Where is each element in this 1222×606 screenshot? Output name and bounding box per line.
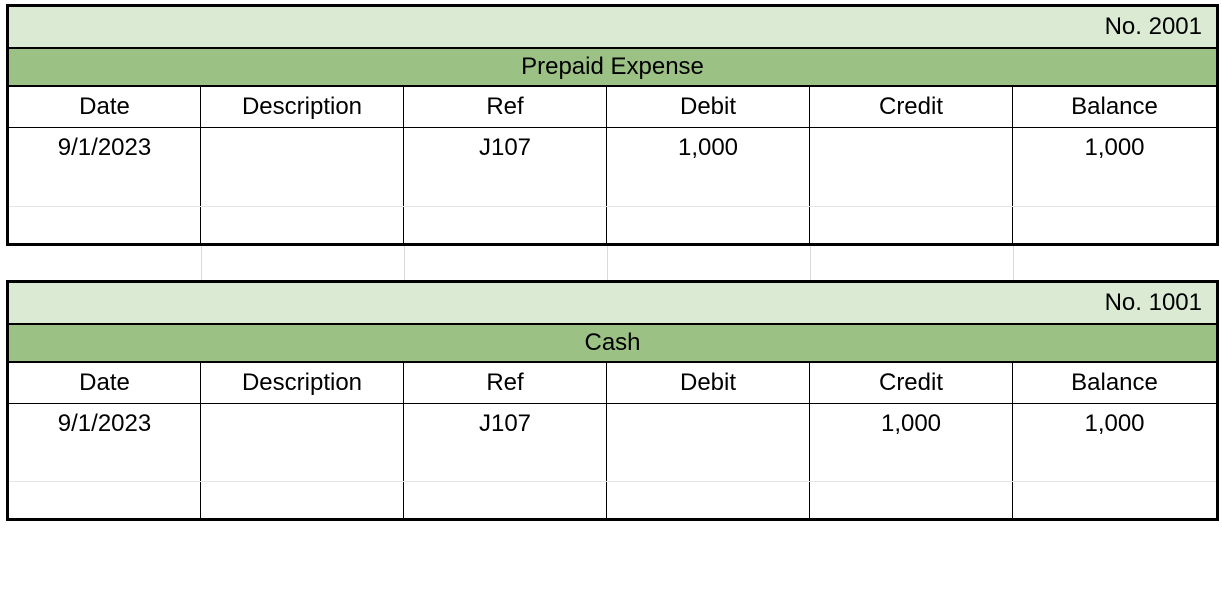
cell-debit: 1,000 xyxy=(607,128,810,169)
col-header-description: Description xyxy=(201,362,404,404)
col-header-balance: Balance xyxy=(1013,86,1218,128)
column-header-row: Date Description Ref Debit Credit Balanc… xyxy=(8,362,1218,404)
account-name-row: Cash xyxy=(8,324,1218,362)
account-name: Cash xyxy=(8,324,1218,362)
col-header-date: Date xyxy=(8,86,201,128)
col-header-balance: Balance xyxy=(1013,362,1218,404)
cell-balance: 1,000 xyxy=(1013,128,1218,169)
ledger-cash: No. 1001 Cash Date Description Ref Debit… xyxy=(6,280,1219,522)
cell-date: 9/1/2023 xyxy=(8,403,201,444)
col-header-ref: Ref xyxy=(404,362,607,404)
account-number: No. 1001 xyxy=(8,281,1218,324)
account-number: No. 2001 xyxy=(8,6,1218,49)
col-header-credit: Credit xyxy=(810,86,1013,128)
table-row xyxy=(8,206,1218,244)
cell-description xyxy=(201,403,404,444)
col-header-date: Date xyxy=(8,362,201,404)
account-name-row: Prepaid Expense xyxy=(8,48,1218,86)
cell-date: 9/1/2023 xyxy=(8,128,201,169)
table-row: 9/1/2023 J107 1,000 1,000 xyxy=(8,128,1218,169)
table-row xyxy=(8,168,1218,206)
col-header-description: Description xyxy=(201,86,404,128)
account-number-row: No. 2001 xyxy=(8,6,1218,49)
cell-ref: J107 xyxy=(404,128,607,169)
table-row xyxy=(8,482,1218,520)
cell-ref: J107 xyxy=(404,403,607,444)
cell-credit xyxy=(810,128,1013,169)
cell-description xyxy=(201,128,404,169)
ledger-prepaid-expense: No. 2001 Prepaid Expense Date Descriptio… xyxy=(6,4,1219,246)
col-header-debit: Debit xyxy=(607,362,810,404)
col-header-ref: Ref xyxy=(404,86,607,128)
account-name: Prepaid Expense xyxy=(8,48,1218,86)
col-header-credit: Credit xyxy=(810,362,1013,404)
col-header-debit: Debit xyxy=(607,86,810,128)
table-row: 9/1/2023 J107 1,000 1,000 xyxy=(8,403,1218,444)
table-row xyxy=(8,444,1218,482)
cell-credit: 1,000 xyxy=(810,403,1013,444)
account-number-row: No. 1001 xyxy=(8,281,1218,324)
cell-balance: 1,000 xyxy=(1013,403,1218,444)
column-header-row: Date Description Ref Debit Credit Balanc… xyxy=(8,86,1218,128)
cell-debit xyxy=(607,403,810,444)
ledger-gap xyxy=(6,246,1216,280)
